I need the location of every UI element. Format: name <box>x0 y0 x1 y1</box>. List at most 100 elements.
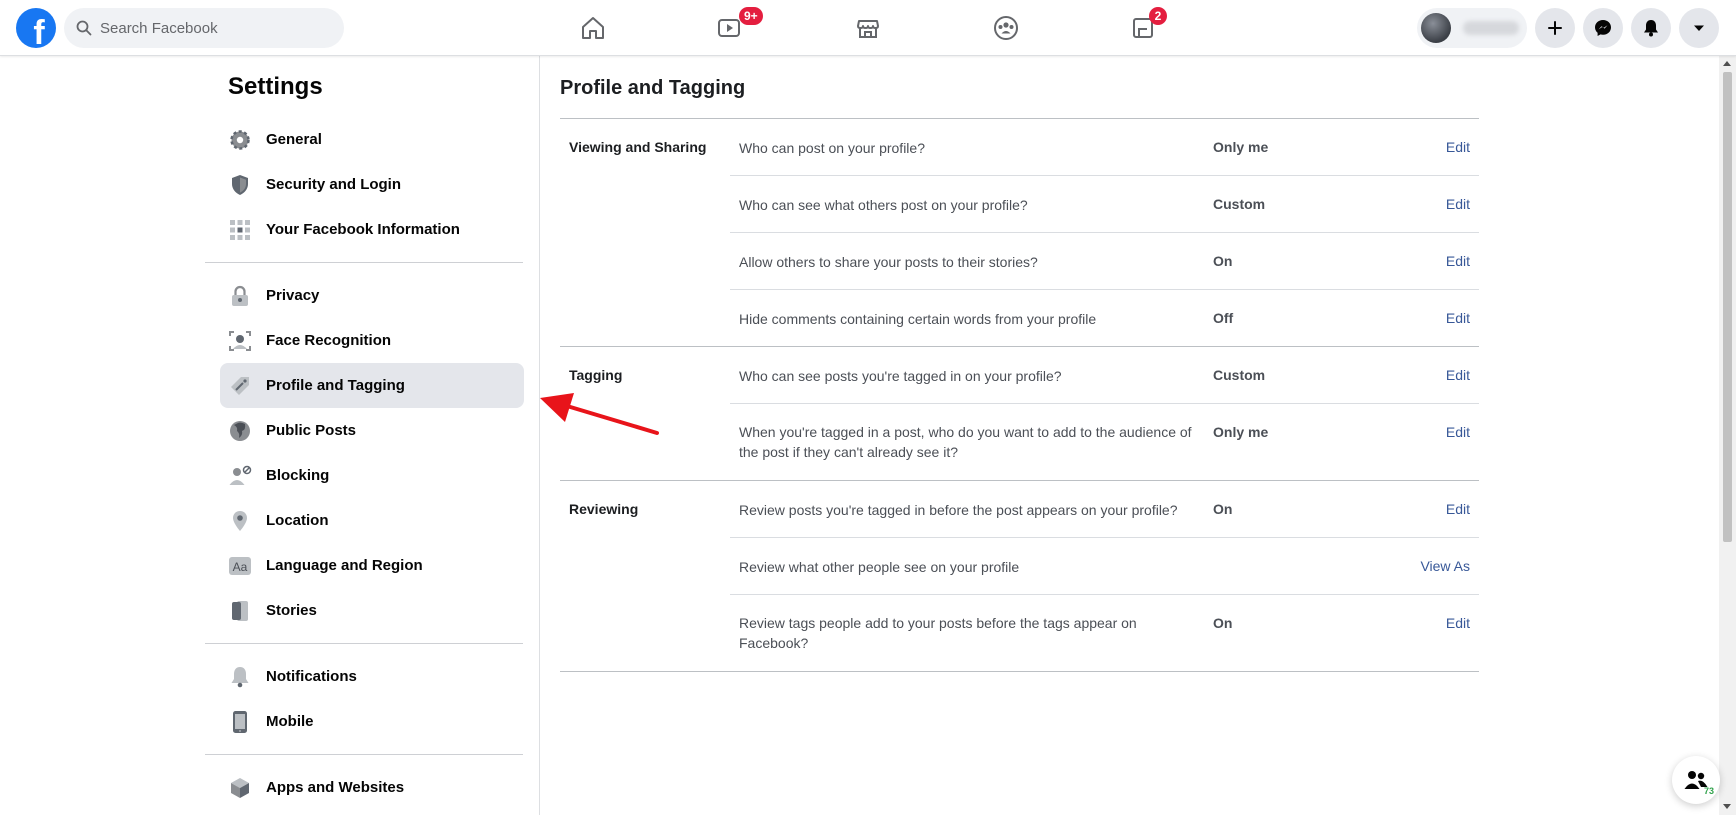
setting-question: Who can see what others post on your pro… <box>739 197 1028 213</box>
caret-down-icon <box>1694 25 1704 31</box>
setting-value: Custom <box>1213 367 1266 383</box>
contacts-button[interactable]: 73 <box>1672 756 1720 804</box>
sidebar-divider <box>205 262 523 263</box>
setting-question: Hide comments containing certain words f… <box>739 311 1097 327</box>
sidebar-item-face-recognition[interactable]: Face Recognition <box>220 318 524 363</box>
sidebar-item-label: Your Facebook Information <box>266 221 460 238</box>
section-label: Reviewing <box>569 501 639 517</box>
stories-icon <box>228 599 252 623</box>
setting-question: Review tags people add to your posts bef… <box>739 615 1137 651</box>
mobile-icon <box>228 710 252 734</box>
row-divider <box>730 594 1479 595</box>
lock-icon <box>228 284 252 308</box>
setting-question: Review posts you're tagged in before the… <box>739 502 1178 518</box>
edit-link[interactable]: Edit <box>1446 367 1470 383</box>
sidebar-item-label: Mobile <box>266 713 314 730</box>
messenger-button[interactable] <box>1583 8 1623 48</box>
bell-icon <box>228 665 252 689</box>
scroll-down-arrow[interactable] <box>1723 804 1731 809</box>
sidebar-item-blocking[interactable]: Blocking <box>220 453 524 498</box>
setting-value: On <box>1213 253 1233 269</box>
nav-tab-gaming[interactable]: 2 <box>1087 0 1199 56</box>
sidebar-item-apps-and-websites[interactable]: Apps and Websites <box>220 765 524 810</box>
bell-icon <box>1644 20 1658 37</box>
search-input[interactable] <box>100 19 320 37</box>
setting-value: Only me <box>1213 424 1269 440</box>
top-navigation-bar: f 9+ <box>0 0 1736 56</box>
edit-link[interactable]: Edit <box>1446 139 1470 155</box>
grid-icon <box>228 218 252 242</box>
edit-link[interactable]: Edit <box>1446 310 1470 326</box>
contacts-count: 73 <box>1703 786 1714 796</box>
section-divider <box>560 118 1479 119</box>
sidebar-item-profile-and-tagging[interactable]: Profile and Tagging <box>220 363 524 408</box>
page-scrollbar[interactable] <box>1719 56 1736 815</box>
sidebar-item-general[interactable]: General <box>220 117 524 162</box>
sidebar-item-language-and-region[interactable]: Aa Language and Region <box>220 543 524 588</box>
nav-tab-watch[interactable]: 9+ <box>673 0 785 56</box>
scroll-thumb[interactable] <box>1723 72 1732 542</box>
gaming-badge: 2 <box>1149 7 1167 25</box>
account-menu-button[interactable] <box>1679 8 1719 48</box>
view-as-link[interactable]: View As <box>1420 558 1470 574</box>
section-divider <box>560 346 1479 347</box>
sidebar-item-your-facebook-information[interactable]: Your Facebook Information <box>220 207 524 252</box>
face-icon <box>228 329 252 353</box>
sidebar-item-public-posts[interactable]: Public Posts <box>220 408 524 453</box>
sidebar-item-stories[interactable]: Stories <box>220 588 524 633</box>
create-button[interactable] <box>1535 8 1575 48</box>
row-divider <box>730 232 1479 233</box>
groups-icon <box>994 16 1018 40</box>
nav-tab-home[interactable] <box>537 0 649 56</box>
sidebar-item-label: Privacy <box>266 287 320 304</box>
settings-sidebar: Settings General Security and Login Your… <box>0 56 540 815</box>
nav-tab-marketplace[interactable] <box>812 0 924 56</box>
setting-value: On <box>1213 615 1233 631</box>
sidebar-item-notifications[interactable]: Notifications <box>220 654 524 699</box>
edit-link[interactable]: Edit <box>1446 615 1470 631</box>
edit-link[interactable]: Edit <box>1446 424 1470 440</box>
shield-icon <box>228 173 252 197</box>
sidebar-item-label: Notifications <box>266 668 357 685</box>
sidebar-divider <box>205 754 523 755</box>
edit-link[interactable]: Edit <box>1446 253 1470 269</box>
scroll-up-arrow[interactable] <box>1723 61 1731 66</box>
search-box[interactable] <box>64 8 344 48</box>
sidebar-item-location[interactable]: Location <box>220 498 524 543</box>
sidebar-item-privacy[interactable]: Privacy <box>220 273 524 318</box>
page-title: Profile and Tagging <box>560 77 746 99</box>
search-icon <box>76 20 92 36</box>
avatar <box>1421 13 1451 43</box>
sidebar-item-label: Location <box>266 512 329 529</box>
section-label: Viewing and Sharing <box>569 139 707 155</box>
section-divider <box>560 671 1479 672</box>
row-divider <box>730 403 1479 404</box>
row-divider <box>730 289 1479 290</box>
sidebar-item-label: Profile and Tagging <box>266 377 405 394</box>
setting-value: On <box>1213 501 1233 517</box>
setting-value: Off <box>1213 310 1234 326</box>
notifications-button[interactable] <box>1631 8 1671 48</box>
profile-shortcut[interactable] <box>1417 8 1527 48</box>
edit-link[interactable]: Edit <box>1446 196 1470 212</box>
svg-text:Aa: Aa <box>233 560 248 574</box>
sidebar-item-label: Security and Login <box>266 176 402 193</box>
sidebar-item-mobile[interactable]: Mobile <box>220 699 524 744</box>
section-divider <box>560 480 1479 481</box>
messenger-icon <box>1595 20 1611 36</box>
watch-badge: 9+ <box>739 7 763 25</box>
setting-question: Review what other people see on your pro… <box>739 559 1020 575</box>
sidebar-item-label: Blocking <box>266 467 330 484</box>
setting-question: When you're tagged in a post, who do you… <box>739 424 1192 460</box>
sidebar-item-security-and-login[interactable]: Security and Login <box>220 162 524 207</box>
sidebar-item-label: Stories <box>266 602 317 619</box>
profile-name-redacted <box>1463 21 1519 35</box>
setting-value: Only me <box>1213 139 1269 155</box>
edit-link[interactable]: Edit <box>1446 501 1470 517</box>
nav-tab-groups[interactable] <box>950 0 1062 56</box>
facebook-logo[interactable]: f <box>16 8 56 48</box>
home-icon <box>582 17 604 39</box>
row-divider <box>730 537 1479 538</box>
row-divider <box>730 175 1479 176</box>
sidebar-item-label: Language and Region <box>266 557 423 574</box>
